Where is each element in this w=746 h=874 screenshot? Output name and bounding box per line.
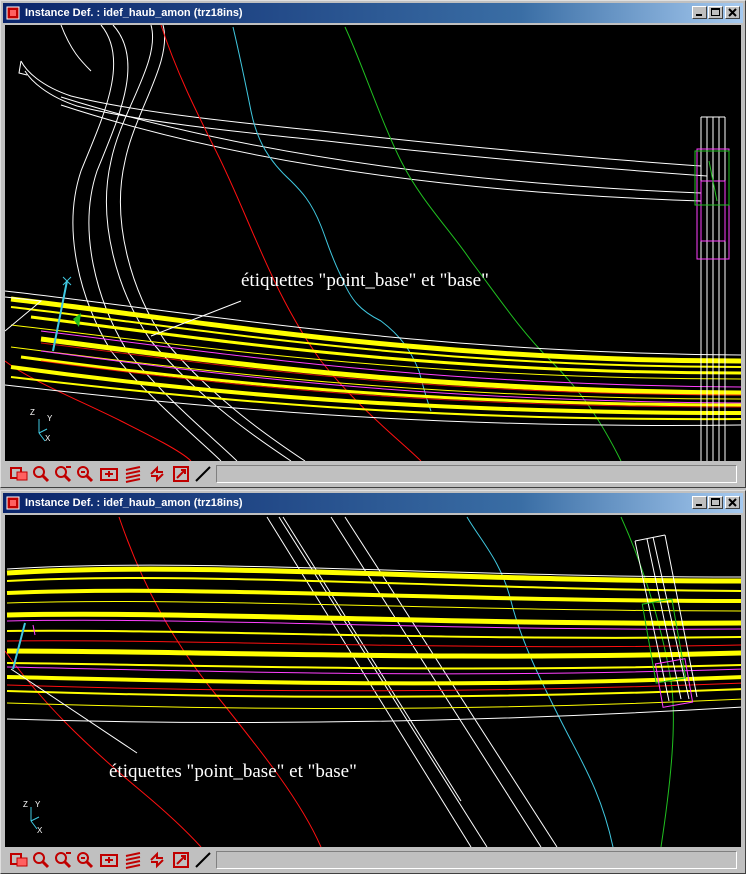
view-toolbar	[5, 461, 741, 487]
axis-z-label: Z	[30, 408, 35, 417]
minimize-button[interactable]	[692, 6, 707, 19]
zoom-all-icon	[77, 852, 94, 869]
zoom-in-icon	[33, 466, 50, 483]
zoom-all-icon	[77, 466, 94, 483]
close-icon	[728, 498, 737, 507]
view-toolbar	[5, 847, 741, 873]
white-structure	[700, 116, 726, 461]
axis-indicator: Z Y X	[23, 800, 43, 835]
zoom-in-button[interactable]	[31, 850, 51, 870]
zoom-window-button[interactable]	[9, 850, 29, 870]
axis-z-label: Z	[23, 800, 28, 809]
layers-button[interactable]	[123, 464, 143, 484]
maximize-button[interactable]	[708, 496, 723, 509]
view-icon	[173, 466, 189, 482]
zoom-out-button[interactable]	[53, 464, 73, 484]
window-title: Instance Def. : idef_haub_amon (trz18ins…	[25, 7, 243, 19]
zoom-out-button[interactable]	[53, 850, 73, 870]
cad-drawing: étiquettes "point_base" et "base" Z Y X	[5, 25, 741, 461]
instance-def-window-2: Instance Def. : idef_haub_amon (trz18ins…	[0, 490, 746, 874]
redraw-button[interactable]	[147, 464, 167, 484]
axis-y-label: Y	[47, 414, 53, 423]
cad-drawing: étiquettes "point_base" et "base" Z Y X	[5, 516, 741, 847]
close-button[interactable]	[725, 496, 740, 509]
line-tool-icon	[195, 466, 211, 482]
green-structure	[694, 150, 730, 206]
pan-icon	[100, 468, 118, 481]
instance-def-window-1: Instance Def. : idef_haub_amon (trz18ins…	[0, 0, 746, 488]
close-icon	[728, 8, 737, 17]
redraw-icon	[150, 851, 164, 869]
window-title: Instance Def. : idef_haub_amon (trz18ins…	[25, 497, 243, 509]
minimize-icon	[696, 14, 702, 16]
leader-line	[10, 668, 138, 754]
layers-button[interactable]	[123, 850, 143, 870]
axis-indicator: Z Y X	[30, 408, 53, 443]
minimize-button[interactable]	[692, 496, 707, 509]
zoom-in-icon	[33, 852, 50, 869]
zoom-out-icon	[55, 466, 72, 483]
app-icon	[6, 6, 20, 20]
layers-icon	[125, 466, 141, 483]
status-field	[216, 851, 737, 869]
annotation-label: étiquettes "point_base" et "base"	[109, 761, 357, 782]
redraw-button[interactable]	[147, 850, 167, 870]
white-road-curves	[18, 25, 708, 461]
view-button[interactable]	[171, 850, 191, 870]
line-tool-icon	[195, 852, 211, 868]
pan-button[interactable]	[99, 464, 119, 484]
zoom-in-button[interactable]	[31, 464, 51, 484]
zoom-all-button[interactable]	[75, 464, 95, 484]
zoom-window-icon	[10, 853, 28, 867]
maximize-icon	[711, 8, 720, 16]
redraw-icon	[150, 465, 164, 483]
close-button[interactable]	[725, 6, 740, 19]
minimize-icon	[696, 504, 702, 506]
red-lines	[5, 25, 422, 461]
cad-viewport[interactable]: étiquettes "point_base" et "base" Z Y X	[5, 25, 741, 461]
view-icon	[173, 852, 189, 868]
cad-viewport[interactable]: étiquettes "point_base" et "base" Z Y X	[5, 515, 741, 847]
title-bar[interactable]: Instance Def. : idef_haub_amon (trz18ins…	[3, 3, 743, 23]
layers-icon	[125, 852, 141, 869]
zoom-all-button[interactable]	[75, 850, 95, 870]
axis-x-label: X	[45, 434, 51, 443]
line-tool-button[interactable]	[193, 464, 213, 484]
annotation-label: étiquettes "point_base" et "base"	[241, 270, 489, 291]
zoom-window-icon	[10, 467, 28, 481]
app-icon	[6, 496, 20, 510]
pan-button[interactable]	[99, 850, 119, 870]
title-bar[interactable]: Instance Def. : idef_haub_amon (trz18ins…	[3, 493, 743, 513]
axis-y-label: Y	[35, 800, 41, 809]
line-tool-button[interactable]	[193, 850, 213, 870]
axis-x-label: X	[37, 826, 43, 835]
zoom-window-button[interactable]	[9, 464, 29, 484]
maximize-button[interactable]	[708, 6, 723, 19]
pan-icon	[100, 854, 118, 867]
status-field	[216, 465, 737, 483]
magenta-lines	[6, 619, 741, 675]
maximize-icon	[711, 498, 720, 506]
zoom-out-icon	[55, 852, 72, 869]
view-button[interactable]	[171, 464, 191, 484]
